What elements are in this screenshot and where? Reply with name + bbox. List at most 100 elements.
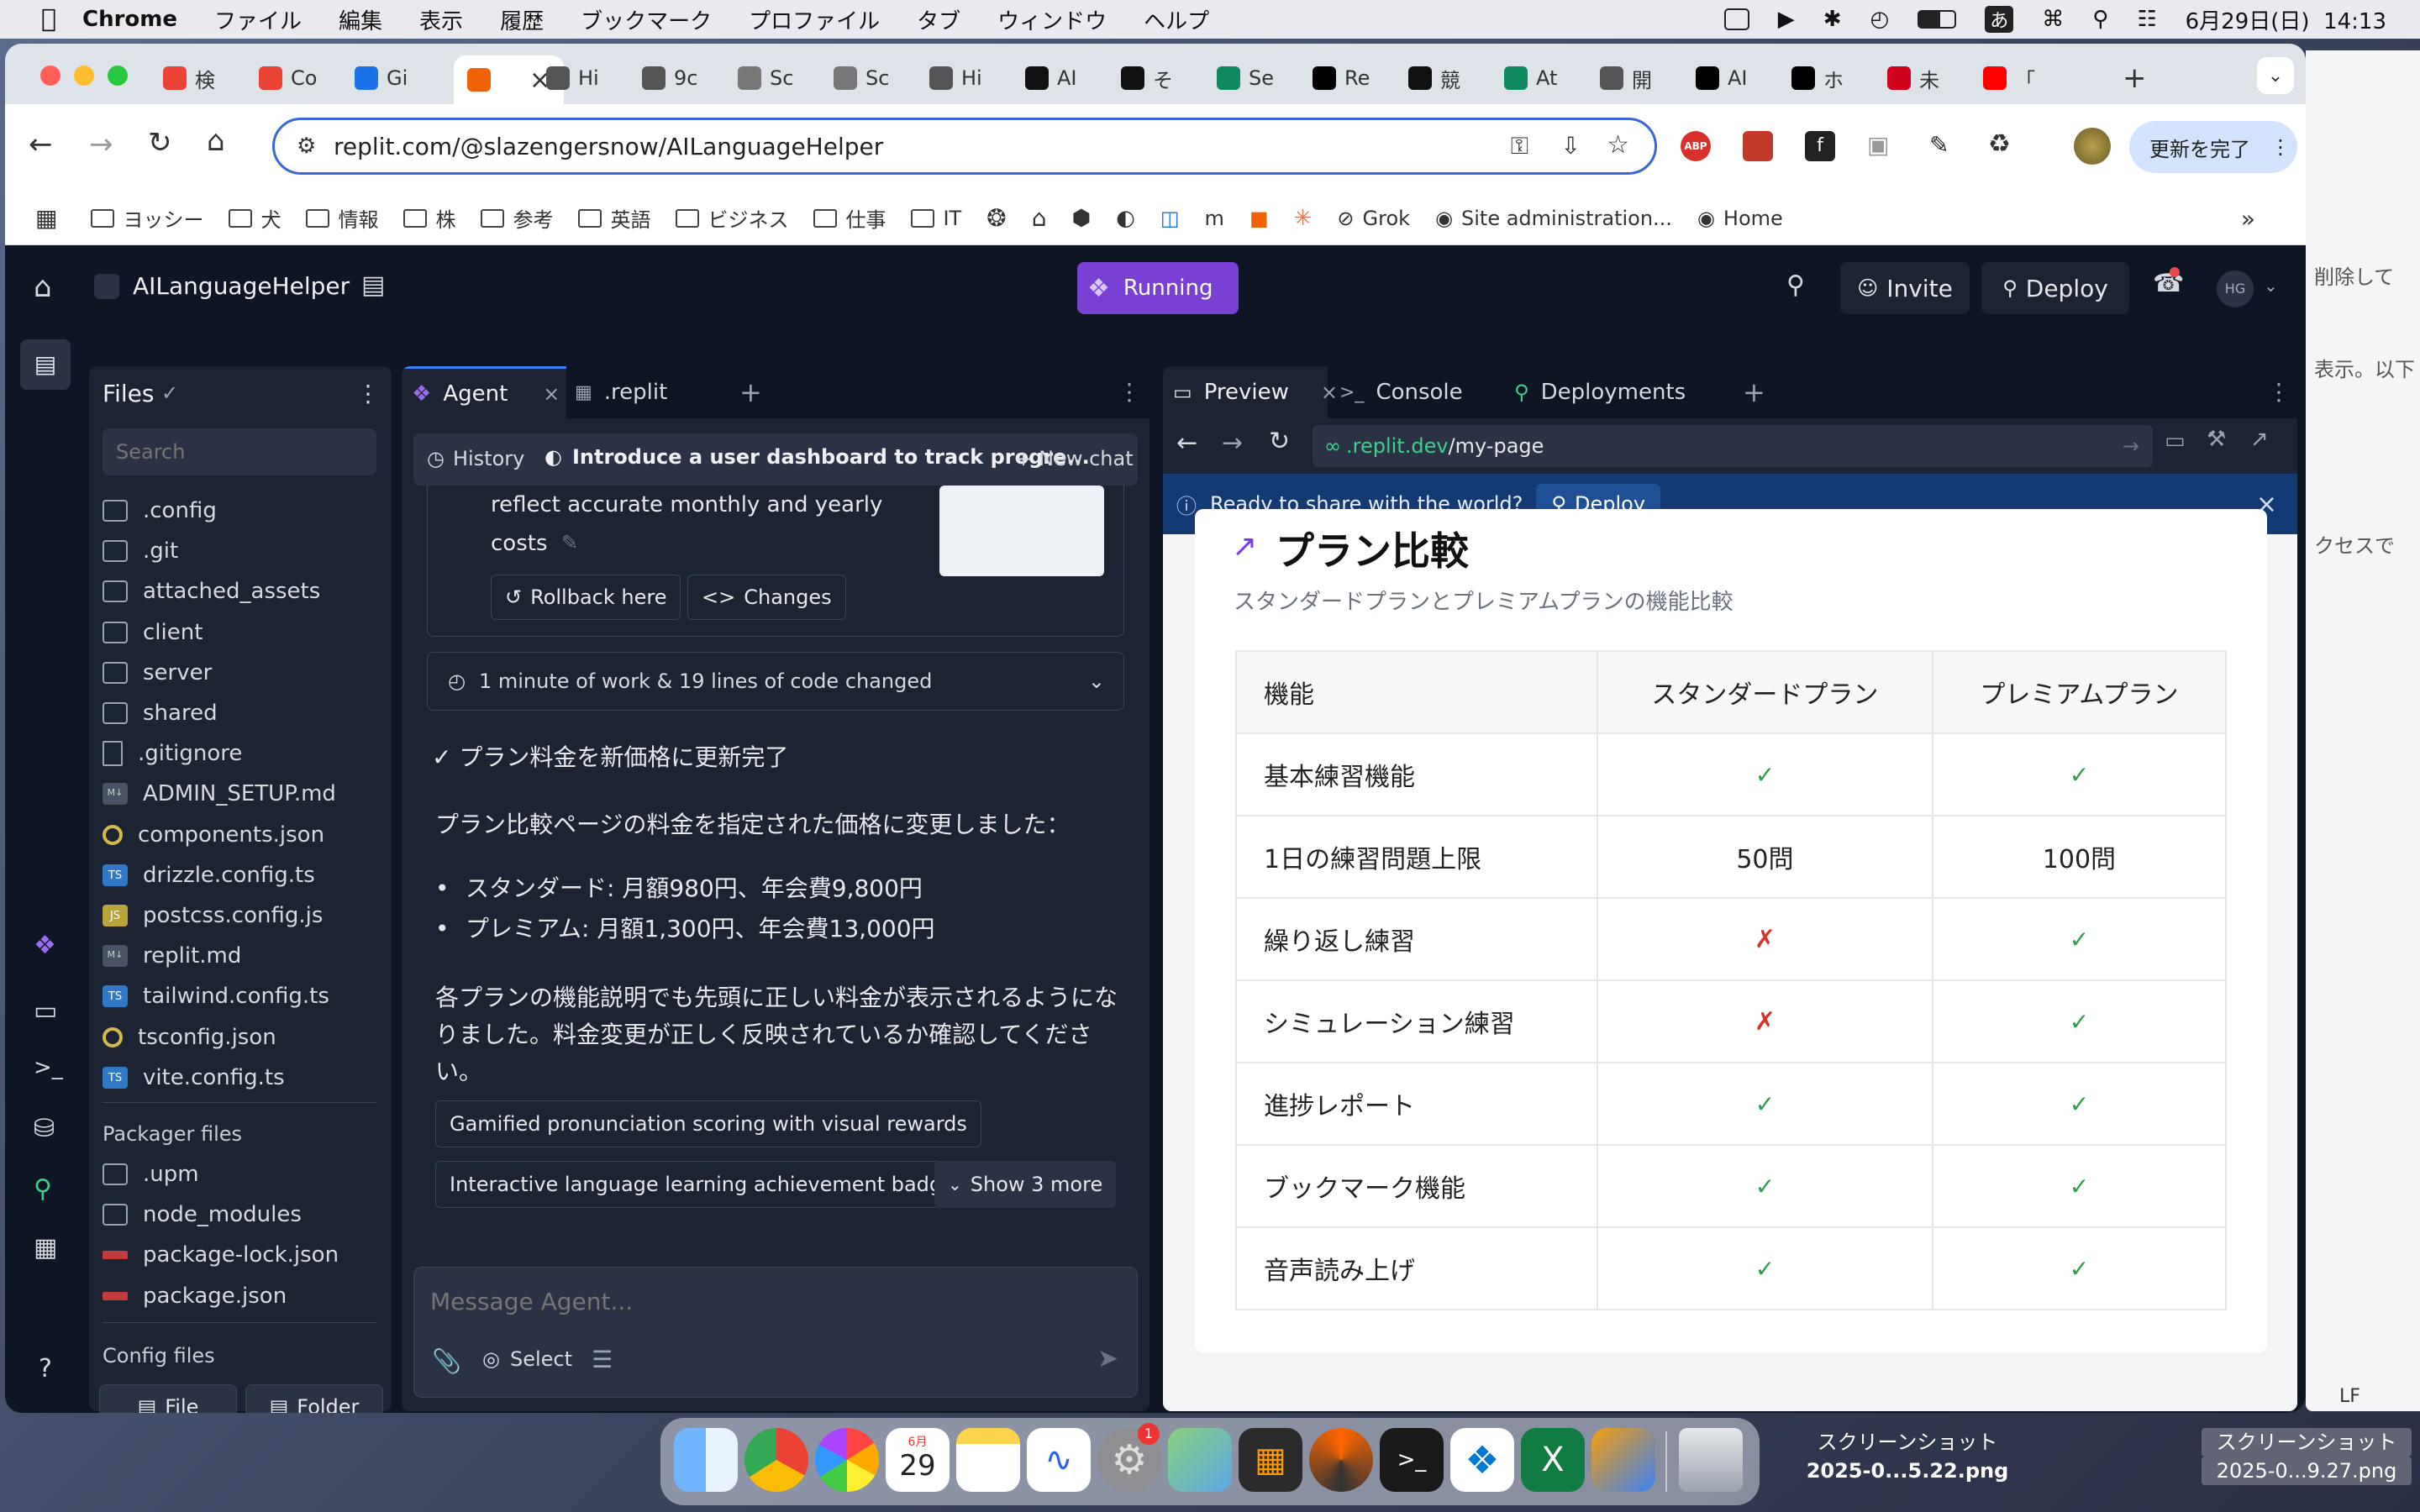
rollback-button[interactable]: ↺ Rollback here — [491, 575, 681, 620]
minimize-window-button[interactable] — [74, 66, 94, 86]
menu-history[interactable]: 履歴 — [500, 4, 544, 35]
open-new-window-icon[interactable]: ↗ — [2250, 427, 2269, 452]
bookmark-folder[interactable]: 株 — [403, 203, 455, 233]
more-bookmarks-icon[interactable]: » — [2241, 205, 2255, 233]
key-icon[interactable]: ⚿ — [1511, 132, 1528, 160]
new-file-button[interactable]: ▤ File — [99, 1384, 237, 1413]
file-tree-item[interactable]: node_modules — [103, 1196, 302, 1233]
chrome-icon[interactable] — [744, 1428, 808, 1492]
file-tree-item[interactable]: .git — [103, 533, 178, 570]
browser-tab[interactable]: Re — [1313, 57, 1370, 99]
menu-window[interactable]: ウィンドウ — [997, 4, 1107, 35]
user-avatar[interactable]: HG — [2217, 270, 2254, 307]
menu-help[interactable]: ヘルプ — [1144, 4, 1209, 35]
bookmark-circle-icon[interactable]: ◐ — [1116, 206, 1135, 231]
preview-reload-icon[interactable]: ↻ — [1269, 427, 1290, 456]
file-tree-item[interactable]: components.json — [103, 816, 324, 853]
maps-icon[interactable] — [1168, 1428, 1232, 1492]
tab-console[interactable]: >_ Console — [1339, 366, 1463, 418]
browser-tab[interactable]: Sc — [834, 57, 889, 99]
changes-button[interactable]: <> Changes — [687, 575, 846, 620]
forward-icon[interactable]: → — [89, 128, 113, 161]
files-kebab-icon[interactable]: ⋮ — [356, 380, 380, 407]
file-tree-item[interactable]: .gitignore — [103, 735, 242, 772]
excel-icon[interactable]: X — [1521, 1428, 1585, 1492]
kebab-icon[interactable]: ⋮ — [2270, 135, 2291, 159]
send-icon[interactable]: ➤ — [1097, 1344, 1118, 1373]
preview-rail-icon[interactable]: ▭ — [34, 996, 57, 1026]
new-chat-button[interactable]: + New chat — [1015, 447, 1134, 470]
tab-preview[interactable]: ▭ Preview × — [1163, 366, 1338, 418]
close-window-button[interactable] — [40, 66, 60, 86]
browser-tab[interactable]: AI — [1025, 57, 1077, 99]
browser-tab[interactable]: AI — [1696, 57, 1748, 99]
browser-tab[interactable]: ホ — [1791, 57, 1844, 99]
calculator-icon[interactable]: ▦ — [1239, 1428, 1302, 1492]
preview-back-icon[interactable]: ← — [1176, 428, 1197, 458]
browser-tab[interactable]: Hi — [929, 57, 982, 99]
bookmark-folder[interactable]: 英語 — [578, 203, 650, 233]
file-tree-item[interactable]: attached_assets — [103, 573, 320, 610]
home-icon[interactable]: ⌂ — [207, 124, 225, 158]
settings-sliders-icon[interactable]: ☰ — [592, 1346, 613, 1373]
browser-tab[interactable]: At — [1504, 57, 1557, 99]
device-icon[interactable]: ▭ — [2165, 428, 2186, 454]
eyedropper-icon[interactable]: ✎ — [1929, 131, 1949, 159]
tab-replit-config[interactable]: ▦ .replit — [575, 366, 667, 418]
chevron-down-icon[interactable]: ⌄ — [2264, 276, 2278, 296]
run-status-button[interactable]: ❖ Running — [1077, 262, 1239, 314]
line-ending-label[interactable]: LF — [2339, 1386, 2360, 1407]
file-tree-item[interactable]: package-lock.json — [103, 1236, 339, 1273]
back-icon[interactable]: ← — [29, 128, 53, 161]
browser-tab[interactable]: 9c — [642, 57, 697, 99]
reload-icon[interactable]: ↻ — [148, 126, 172, 160]
extension-red-icon[interactable] — [1743, 131, 1773, 161]
history-button[interactable]: ◷ History — [427, 447, 524, 470]
apps-grid-icon[interactable]: ▦ — [35, 204, 57, 232]
select-element-button[interactable]: ◎ Select — [482, 1347, 572, 1371]
database-rail-icon[interactable]: ⛁ — [34, 1114, 55, 1143]
lasso-icon[interactable] — [1309, 1428, 1373, 1492]
play-icon[interactable]: ▶ — [1778, 7, 1795, 32]
file-tree-item[interactable]: M↓ ADMIN_SETUP.md — [103, 775, 336, 812]
menu-tab[interactable]: タブ — [917, 4, 960, 35]
camera-icon[interactable]: ▣ — [1867, 131, 1889, 159]
close-icon[interactable]: × — [1321, 381, 1338, 404]
update-complete-button[interactable]: 更新を完了 ⋮ — [2129, 121, 2297, 173]
home-icon[interactable]: ⌂ — [34, 270, 52, 304]
checkpoint-thumbnail[interactable] — [939, 486, 1104, 576]
suggestion-chip[interactable]: Gamified pronunciation scoring with visu… — [435, 1100, 981, 1147]
bookmark-shield-icon[interactable]: ⬢ — [1071, 206, 1091, 231]
preview-forward-icon[interactable]: → — [1222, 428, 1243, 458]
devtools-wrench-icon[interactable]: ⚒ — [2207, 427, 2226, 452]
attach-icon[interactable]: 📎 — [432, 1347, 461, 1375]
time-machine-icon[interactable]: ◴ — [1870, 7, 1890, 32]
tab-search-button[interactable]: ⌄ — [2257, 57, 2294, 94]
simulator-icon[interactable] — [1591, 1428, 1655, 1492]
browser-tab[interactable]: 「 — [1983, 57, 2035, 99]
profile-avatar[interactable] — [2074, 128, 2111, 165]
files-search-input[interactable] — [103, 428, 376, 475]
work-summary[interactable]: ◴ 1 minute of work & 19 lines of code cha… — [427, 652, 1124, 711]
bookmark-folder[interactable]: IT — [911, 207, 961, 230]
browser-tab[interactable]: 競 — [1408, 57, 1460, 99]
file-tree-item[interactable]: TS vite.config.ts — [103, 1059, 285, 1096]
zoom-window-button[interactable] — [108, 66, 128, 86]
menu-clock[interactable]: 6月29日(日) 14:13 — [2186, 4, 2386, 35]
bookmark-replit-icon[interactable]: ■ — [1249, 207, 1269, 230]
browser-tab[interactable]: 検 — [163, 57, 215, 99]
file-tree-item[interactable]: package.json — [103, 1278, 287, 1315]
help-icon[interactable]: ? — [39, 1354, 52, 1383]
vscode-icon[interactable]: ❖ — [1450, 1428, 1514, 1492]
bookmark-star-icon[interactable]: ☆ — [1607, 130, 1629, 160]
add-tab-icon[interactable]: + — [739, 376, 762, 408]
search-icon[interactable]: ⚲ — [1786, 270, 1805, 300]
bookmark-folder[interactable]: ヨッシー — [91, 203, 203, 233]
freeform-icon[interactable]: ∿ — [1027, 1428, 1091, 1492]
calendar-icon[interactable]: 6月 29 — [886, 1428, 950, 1492]
chat-title[interactable]: ◐ Introduce a user dashboard to track pro… — [544, 445, 1090, 469]
project-name[interactable]: AILanguageHelper — [133, 272, 350, 300]
menu-bookmarks[interactable]: ブックマーク — [581, 4, 712, 35]
bookmark-folder[interactable]: 参考 — [481, 203, 553, 233]
finder-icon[interactable] — [674, 1428, 738, 1492]
